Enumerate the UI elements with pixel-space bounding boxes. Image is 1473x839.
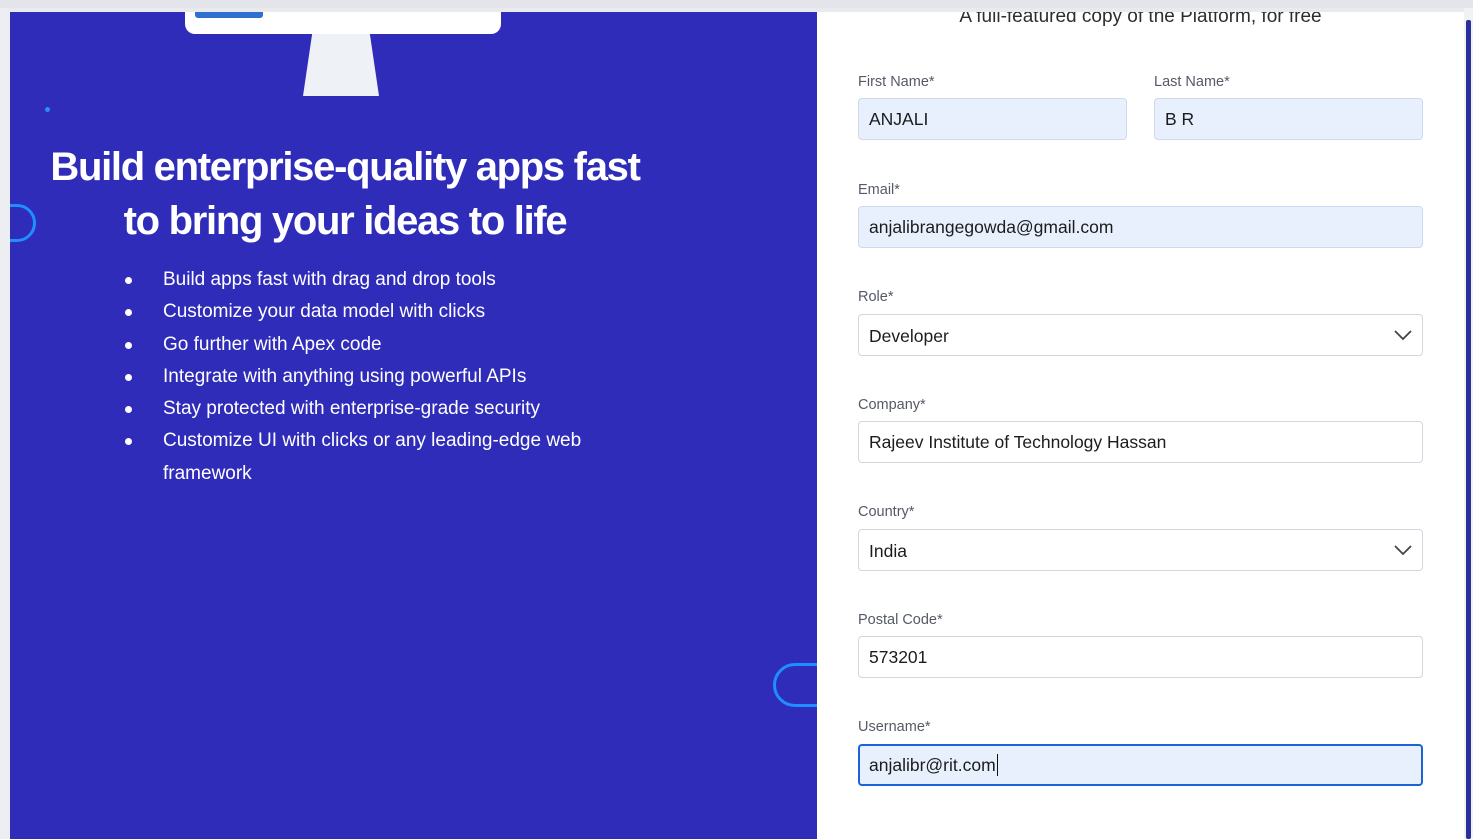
first-name-label: First Name* (858, 74, 935, 90)
monitor-stand (303, 34, 379, 96)
scrollbar-thumb[interactable] (1466, 20, 1471, 839)
form-tagline: A full-featured copy of the Platform, fo… (959, 12, 1322, 27)
text-caret (996, 753, 998, 776)
last-name-value: B R (1165, 109, 1195, 129)
country-label: Country* (858, 504, 915, 520)
decorative-ring-right (773, 663, 817, 707)
postal-code-input[interactable]: 573201 (858, 636, 1423, 678)
feature-text: Go further with Apex code (163, 333, 382, 355)
username-label: Username* (858, 719, 931, 735)
bullet-icon (125, 309, 132, 317)
username-value: anjalibr@rit.com (869, 755, 996, 775)
hero-headline: Build enterprise-quality apps fast to br… (50, 145, 641, 243)
feature-text: Customize your data model with clicks (163, 301, 486, 323)
bullet-icon (125, 406, 132, 414)
chevron-down-icon (1394, 330, 1412, 341)
hero-panel: Build enterprise-quality apps fast to br… (10, 12, 817, 839)
username-input[interactable]: anjalibr@rit.com (858, 744, 1423, 786)
feature-text: Stay protected with enterprise-grade sec… (163, 398, 541, 420)
last-name-input[interactable]: B R (1154, 98, 1423, 140)
company-input[interactable]: Rajeev Institute of Technology Hassan (858, 421, 1423, 463)
feature-list: Build apps fast with drag and drop tools… (125, 264, 645, 490)
signup-form-panel: A full-featured copy of the Platform, fo… (817, 12, 1464, 839)
postal-code-value: 573201 (869, 647, 928, 667)
feature-item: Go further with Apex code (125, 329, 645, 361)
country-value: India (869, 541, 907, 561)
feature-item: Integrate with anything using powerful A… (125, 361, 645, 393)
email-input[interactable]: anjalibrangegowda@gmail.com (858, 206, 1423, 248)
monitor-illustration (185, 12, 501, 34)
email-label: Email* (858, 182, 900, 198)
bullet-icon (125, 373, 132, 381)
feature-item: Stay protected with enterprise-grade sec… (125, 393, 645, 425)
bullet-icon (125, 277, 132, 284)
first-name-value: ANJALI (869, 109, 929, 129)
feature-item: Build apps fast with drag and drop tools (125, 264, 645, 296)
postal-code-label: Postal Code* (858, 612, 943, 628)
role-select[interactable]: Developer (858, 314, 1423, 356)
bullet-icon (125, 341, 132, 349)
feature-item: Customize your data model with clicks (125, 296, 645, 328)
bullet-icon (125, 438, 132, 446)
feature-text: Customize UI with clicks or any leading-… (163, 430, 582, 484)
browser-top-strip (0, 0, 1473, 8)
chevron-down-icon (1394, 545, 1412, 556)
left-gutter (0, 8, 10, 839)
country-select[interactable]: India (858, 529, 1423, 571)
company-value: Rajeev Institute of Technology Hassan (869, 432, 1167, 452)
monitor-app-card (195, 12, 263, 18)
decorative-dot (45, 107, 50, 112)
company-label: Company* (858, 397, 926, 413)
first-name-input[interactable]: ANJALI (858, 98, 1127, 140)
email-value: anjalibrangegowda@gmail.com (869, 217, 1114, 237)
feature-item: Customize UI with clicks or any leading-… (125, 425, 645, 490)
role-value: Developer (869, 326, 949, 346)
feature-text: Integrate with anything using powerful A… (163, 365, 527, 387)
feature-text: Build apps fast with drag and drop tools (163, 269, 496, 290)
last-name-label: Last Name* (1154, 74, 1230, 90)
role-label: Role* (858, 289, 894, 305)
